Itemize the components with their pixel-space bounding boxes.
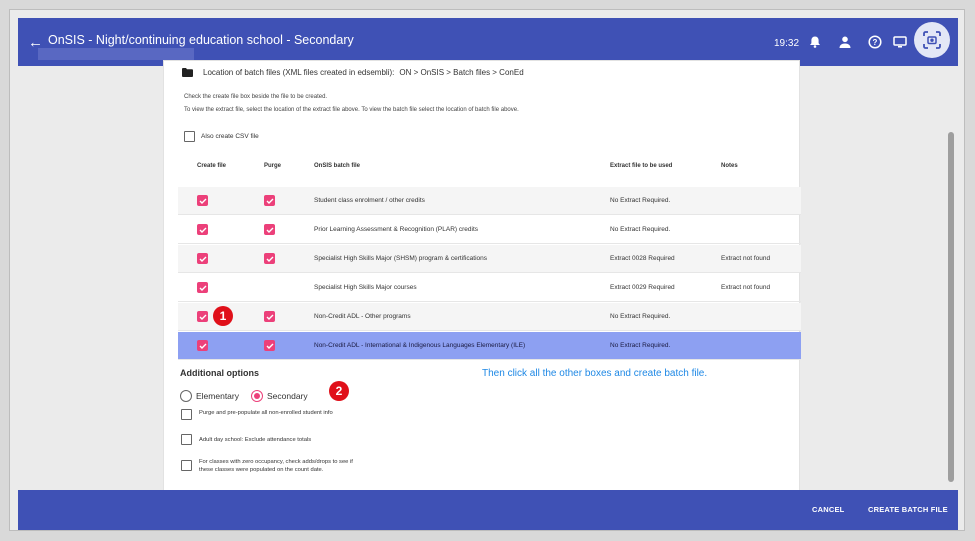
- location-path[interactable]: ON > OnSIS > Batch files > ConEd: [399, 68, 523, 77]
- help-icon[interactable]: ?: [868, 35, 882, 49]
- purge-checkbox[interactable]: [264, 195, 275, 206]
- purge-checkbox[interactable]: [264, 253, 275, 264]
- cancel-button[interactable]: CANCEL: [812, 505, 844, 514]
- zero-occupancy-checkbox[interactable]: [181, 460, 192, 471]
- check-icon: [199, 285, 206, 291]
- check-icon: [199, 314, 206, 320]
- check-icon: [266, 256, 273, 262]
- window-frame: ← OnSIS - Night/continuing education sch…: [9, 9, 965, 531]
- create-file-checkbox[interactable]: [197, 195, 208, 206]
- radio-selected-dot: [254, 393, 260, 399]
- step-badge-1: 1: [213, 306, 233, 326]
- notes: Extract not found: [721, 255, 771, 262]
- csv-option[interactable]: Also create CSV file: [184, 131, 259, 142]
- table-row: Specialist High Skills Major courses Ext…: [178, 274, 801, 302]
- zero-occupancy-label-line-1: For classes with zero occupancy, check a…: [199, 459, 353, 465]
- display-icon[interactable]: [893, 35, 907, 49]
- create-file-checkbox[interactable]: [197, 340, 208, 351]
- extract-file: No Extract Required.: [610, 342, 671, 349]
- header-create-file: Create file: [197, 163, 227, 169]
- scrollbar-thumb[interactable]: [948, 132, 954, 482]
- vertical-scrollbar[interactable]: [946, 66, 956, 498]
- check-icon: [266, 198, 273, 204]
- header-notes: Notes: [721, 163, 738, 169]
- extract-file: Extract 0029 Required: [610, 284, 675, 291]
- create-file-checkbox[interactable]: [197, 311, 208, 322]
- app-title: OnSIS - Night/continuing education schoo…: [48, 33, 354, 47]
- batch-location-row: Location of batch files (XML files creat…: [182, 68, 524, 77]
- header-extract-file: Extract file to be used: [610, 163, 673, 169]
- bell-icon[interactable]: [808, 35, 822, 49]
- clock: 19:32: [774, 38, 800, 49]
- top-app-bar: ← OnSIS - Night/continuing education sch…: [18, 18, 958, 66]
- check-icon: [199, 256, 206, 262]
- extract-file: No Extract Required.: [610, 197, 671, 204]
- check-icon: [266, 343, 273, 349]
- extract-file: No Extract Required.: [610, 226, 671, 233]
- hint-line-1: Check the create file box beside the fil…: [184, 94, 328, 100]
- hint-line-2: To view the extract file, select the loc…: [184, 107, 519, 113]
- header-onsis-batch-file: OnSIS batch file: [314, 163, 361, 169]
- header-purge: Purge: [264, 163, 282, 169]
- create-batch-file-button[interactable]: CREATE BATCH FILE: [868, 505, 948, 514]
- instruction-annotation: Then click all the other boxes and creat…: [482, 368, 708, 379]
- batch-file-name[interactable]: Non-Credit ADL - International & Indigen…: [314, 342, 525, 349]
- step-badge-2: 2: [329, 381, 349, 401]
- check-icon: [199, 343, 206, 349]
- check-icon: [266, 314, 273, 320]
- purge-checkbox[interactable]: [264, 340, 275, 351]
- purge-prepopulate-option[interactable]: Purge and pre-populate all non-enrolled …: [181, 409, 333, 420]
- notes: Extract not found: [721, 284, 771, 291]
- table-row-selected[interactable]: Non-Credit ADL - International & Indigen…: [178, 332, 801, 360]
- table-row: Prior Learning Assessment & Recognition …: [178, 216, 801, 244]
- batch-file-name[interactable]: Prior Learning Assessment & Recognition …: [314, 226, 478, 233]
- zero-occupancy-option[interactable]: For classes with zero occupancy, check a…: [181, 458, 353, 474]
- csv-label: Also create CSV file: [201, 133, 259, 140]
- adult-day-school-option[interactable]: Adult day school: Exclude attendance tot…: [181, 434, 311, 445]
- folder-icon: [182, 68, 193, 77]
- batch-file-name[interactable]: Specialist High Skills Major courses: [314, 284, 417, 291]
- zero-occupancy-label: For classes with zero occupancy, check a…: [199, 458, 353, 474]
- extract-file: No Extract Required.: [610, 313, 671, 320]
- screen-capture-icon: [923, 31, 941, 49]
- additional-options-title: Additional options: [180, 368, 259, 378]
- check-icon: [199, 227, 206, 233]
- table-row: 1 Non-Credit ADL - Other programs No Ext…: [178, 303, 801, 331]
- batch-file-name[interactable]: Specialist High Skills Major (SHSM) prog…: [314, 255, 487, 262]
- secondary-radio[interactable]: [251, 390, 263, 402]
- person-icon[interactable]: [838, 35, 852, 49]
- create-file-checkbox[interactable]: [197, 253, 208, 264]
- school-type-radio-group: Elementary Secondary: [180, 390, 308, 402]
- secondary-label: Secondary: [267, 391, 308, 401]
- adult-day-school-label: Adult day school: Exclude attendance tot…: [199, 437, 312, 443]
- location-label: Location of batch files (XML files creat…: [203, 68, 395, 77]
- adult-day-school-checkbox[interactable]: [181, 434, 192, 445]
- batch-file-name[interactable]: Non-Credit ADL - Other programs: [314, 313, 411, 320]
- check-icon: [199, 198, 206, 204]
- redacted-area: [38, 48, 194, 60]
- table-row: Specialist High Skills Major (SHSM) prog…: [178, 245, 801, 273]
- extract-file: Extract 0028 Required: [610, 255, 675, 262]
- create-file-checkbox[interactable]: [197, 282, 208, 293]
- purge-checkbox[interactable]: [264, 311, 275, 322]
- purge-prepopulate-label: Purge and pre-populate all non-enrolled …: [199, 410, 333, 416]
- check-icon: [266, 227, 273, 233]
- elementary-label: Elementary: [196, 391, 239, 401]
- screen-capture-button[interactable]: [914, 22, 950, 58]
- batch-files-panel: Location of batch files (XML files creat…: [163, 60, 801, 492]
- bottom-action-bar: CANCEL CREATE BATCH FILE: [18, 490, 958, 530]
- create-file-checkbox[interactable]: [197, 224, 208, 235]
- purge-checkbox[interactable]: [264, 224, 275, 235]
- batch-file-name[interactable]: Student class enrolment / other credits: [314, 197, 425, 204]
- elementary-radio[interactable]: [180, 390, 192, 402]
- purge-prepopulate-checkbox[interactable]: [181, 409, 192, 420]
- svg-text:?: ?: [873, 38, 878, 47]
- csv-checkbox[interactable]: [184, 131, 195, 142]
- table-row: Student class enrolment / other credits …: [178, 187, 801, 215]
- zero-occupancy-label-line-2: these classes were populated on the coun…: [199, 467, 324, 473]
